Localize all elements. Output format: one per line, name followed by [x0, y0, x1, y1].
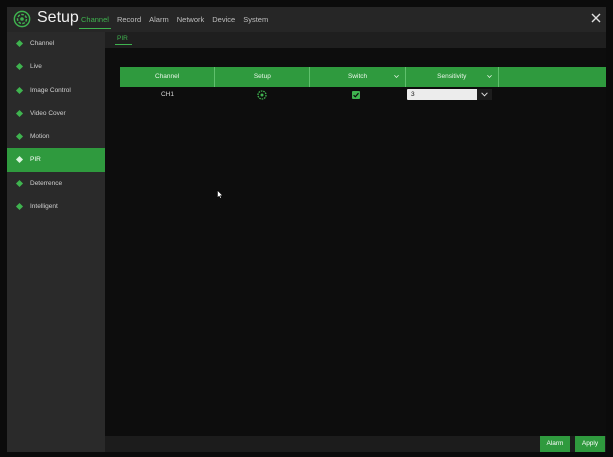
- column-header-setup: Setup: [215, 67, 311, 87]
- cell-setup: [215, 87, 310, 103]
- cell-sensitivity: 3: [405, 87, 498, 103]
- cell-channel: CH1: [160, 91, 174, 98]
- close-icon[interactable]: [590, 12, 602, 24]
- column-header-empty: [499, 67, 606, 87]
- switch-checkbox[interactable]: [352, 91, 360, 99]
- diamond-icon: [15, 63, 24, 71]
- diamond-icon: [15, 179, 24, 187]
- nav-tab-channel[interactable]: Channel: [77, 7, 113, 32]
- nav-tab-record[interactable]: Record: [113, 7, 145, 32]
- page-title: Setup: [37, 9, 79, 26]
- apply-button[interactable]: Apply: [575, 436, 605, 452]
- pir-table: Channel Setup Switch Sensitivity CH1 3: [120, 67, 606, 103]
- nav-tab-network[interactable]: Network: [173, 7, 209, 32]
- top-bar: Setup Channel Record Alarm Network Devic…: [7, 7, 606, 32]
- diamond-icon: [15, 203, 24, 211]
- dropdown-button[interactable]: [477, 89, 492, 100]
- sidebar-item-label: Motion: [30, 133, 50, 141]
- sidebar-item-video-cover[interactable]: Video Cover: [7, 102, 105, 125]
- gear-logo-icon: [13, 10, 31, 28]
- mouse-pointer-icon: [217, 190, 223, 199]
- table-row: CH1 3: [120, 87, 606, 103]
- sensitivity-value: 3: [411, 91, 415, 98]
- column-header-label: Switch: [347, 73, 368, 80]
- nav-tab-system[interactable]: System: [239, 7, 272, 32]
- sidebar-item-label: Live: [30, 63, 42, 71]
- footer-bar: Alarm Apply: [105, 436, 606, 452]
- diamond-icon: [15, 39, 24, 48]
- column-header-sensitivity[interactable]: Sensitivity: [406, 67, 499, 87]
- column-header-channel: Channel: [120, 67, 216, 87]
- table-header: Channel Setup Switch Sensitivity: [120, 67, 606, 87]
- sidebar-item-label: Image Control: [30, 86, 71, 94]
- sidebar-item-image-control[interactable]: Image Control: [7, 79, 105, 102]
- column-header-switch[interactable]: Switch: [310, 67, 406, 87]
- nav-tab-device[interactable]: Device: [208, 7, 239, 32]
- diamond-icon: [15, 86, 24, 94]
- chevron-down-icon: [481, 92, 488, 97]
- cell-switch: [310, 87, 405, 103]
- sidebar-item-motion[interactable]: Motion: [7, 125, 105, 148]
- chevron-down-icon[interactable]: [393, 74, 399, 79]
- sidebar: Channel Live Image Control Video Cover M…: [7, 32, 105, 452]
- sidebar-item-live[interactable]: Live: [7, 55, 105, 78]
- sidebar-item-label: Deterrence: [30, 179, 63, 187]
- main-panel: PIR Channel Setup Switch Sensitivity CH1: [105, 32, 606, 452]
- sensitivity-select[interactable]: 3: [407, 89, 492, 100]
- diamond-icon: [15, 109, 24, 117]
- alarm-button[interactable]: Alarm: [540, 436, 570, 452]
- column-header-label: Sensitivity: [437, 73, 467, 80]
- subtab-bar: PIR: [105, 32, 606, 48]
- checkbox-checked-icon: [353, 92, 359, 98]
- gear-icon[interactable]: [257, 90, 267, 100]
- sidebar-item-pir[interactable]: PIR: [7, 148, 105, 172]
- setup-window: Setup Channel Record Alarm Network Devic…: [7, 7, 606, 452]
- top-nav: Channel Record Alarm Network Device Syst…: [77, 7, 272, 32]
- sidebar-item-label: PIR: [30, 156, 41, 164]
- diamond-icon: [15, 133, 24, 141]
- subtab-pir[interactable]: PIR: [115, 35, 132, 45]
- sidebar-item-channel[interactable]: Channel: [7, 32, 105, 55]
- chevron-down-icon[interactable]: [487, 74, 492, 79]
- sidebar-item-label: Intelligent: [30, 203, 58, 211]
- nav-tab-alarm[interactable]: Alarm: [145, 7, 173, 32]
- sidebar-item-deterrence[interactable]: Deterrence: [7, 172, 105, 195]
- sidebar-item-intelligent[interactable]: Intelligent: [7, 195, 105, 218]
- cell-empty: [498, 87, 606, 103]
- sidebar-item-label: Video Cover: [30, 109, 66, 117]
- sidebar-item-label: Channel: [30, 40, 55, 47]
- diamond-icon: [15, 156, 24, 164]
